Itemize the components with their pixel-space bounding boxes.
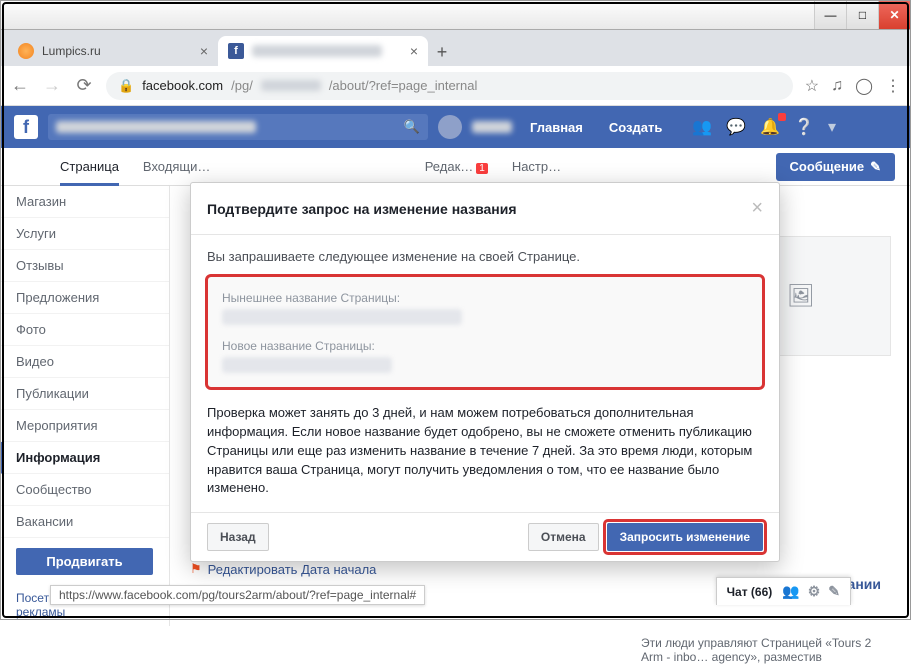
notifications-icon[interactable]: 🔔 [760, 117, 780, 137]
fb-header: f 🔍 Главная Создать 👥 💬 🔔 ❔ ▾ [0, 106, 911, 148]
new-tab-button[interactable]: + [428, 38, 456, 66]
forward-button: → [42, 75, 62, 96]
url-domain: facebook.com [142, 78, 223, 93]
tab-close-icon[interactable]: × [200, 43, 208, 59]
favicon-facebook: f [228, 43, 244, 59]
back-button[interactable]: ← [10, 75, 30, 96]
media-icon[interactable]: ♫ [831, 77, 843, 95]
chat-dock[interactable]: Чат (66) 👥 ⚙ ✎ [716, 577, 851, 605]
window-titlebar: — □ ✕ [0, 0, 911, 30]
modal-title: Подтвердите запрос на изменение названия [207, 201, 517, 217]
browser-tabstrip: Lumpics.ru × f × + [0, 30, 911, 66]
new-name-label: Новое название Страницы: [222, 339, 748, 353]
avatar[interactable] [438, 115, 462, 139]
sidebar-item-community[interactable]: Сообщество [0, 474, 169, 506]
home-link[interactable]: Главная [522, 120, 591, 135]
team-text: Эти люди управляют Страницей «Tours 2 Ar… [641, 636, 881, 664]
window-maximize-button[interactable]: □ [846, 1, 878, 29]
sidebar-item-video[interactable]: Видео [0, 346, 169, 378]
sidebar-item-services[interactable]: Услуги [0, 218, 169, 250]
back-button[interactable]: Назад [207, 523, 269, 551]
current-name-value-blurred [222, 309, 462, 325]
tab-title-blurred [252, 45, 382, 57]
fb-logo[interactable]: f [14, 115, 38, 139]
window-close-button[interactable]: ✕ [878, 1, 910, 29]
image-icon: 🖼 [787, 283, 815, 309]
sidebar-item-posts[interactable]: Публикации [0, 378, 169, 410]
chat-people-icon[interactable]: 👥 [782, 583, 799, 600]
favicon-lumpics [18, 43, 34, 59]
sidebar-item-photo[interactable]: Фото [0, 314, 169, 346]
flag-icon: ⚑ [190, 561, 202, 577]
page-nav-tabs: Страница Входящи… Редак…1 Настр… Сообщен… [0, 148, 911, 186]
chat-settings-icon[interactable]: ⚙ [808, 583, 821, 600]
profile-icon[interactable]: ◯ [855, 76, 873, 96]
tab-page[interactable]: Страница [60, 148, 119, 186]
window-minimize-button[interactable]: — [814, 1, 846, 29]
tab-inbox[interactable]: Входящи… [143, 159, 210, 174]
confirm-name-change-modal: Подтвердите запрос на изменение названия… [190, 182, 780, 562]
reload-button[interactable]: ⟳ [74, 75, 94, 96]
menu-icon[interactable]: ⋮ [885, 76, 901, 96]
tab-settings[interactable]: Настр… [512, 159, 561, 174]
star-icon[interactable]: ☆ [805, 76, 819, 96]
status-bar: https://www.facebook.com/pg/tours2arm/ab… [50, 585, 425, 605]
tab-title: Lumpics.ru [42, 44, 101, 58]
browser-tab-lumpics[interactable]: Lumpics.ru × [8, 36, 218, 66]
sidebar-item-events[interactable]: Мероприятия [0, 410, 169, 442]
url-field[interactable]: 🔒 facebook.com/pg/ /about/?ref=page_inte… [106, 72, 793, 100]
create-link[interactable]: Создать [601, 120, 670, 135]
lock-icon: 🔒 [118, 78, 134, 94]
tab-edit[interactable]: Редак…1 [425, 159, 488, 174]
browser-tab-facebook[interactable]: f × [218, 36, 428, 66]
chat-compose-icon[interactable]: ✎ [828, 583, 840, 600]
sidebar-item-jobs[interactable]: Вакансии [0, 506, 169, 538]
fb-search[interactable]: 🔍 [48, 114, 428, 140]
friends-icon[interactable]: 👥 [692, 117, 712, 137]
search-icon[interactable]: 🔍 [404, 119, 420, 135]
name-change-box: Нынешнее название Страницы: Новое назван… [207, 276, 763, 388]
modal-footer: Назад Отмена Запросить изменение [191, 512, 779, 561]
browser-addressbar: ← → ⟳ 🔒 facebook.com/pg/ /about/?ref=pag… [0, 66, 911, 106]
sidebar: Магазин Услуги Отзывы Предложения Фото В… [0, 186, 170, 626]
messenger-icon[interactable]: 💬 [726, 117, 746, 137]
modal-subtitle: Вы запрашиваете следующее изменение на с… [207, 249, 763, 264]
sidebar-item-reviews[interactable]: Отзывы [0, 250, 169, 282]
current-name-label: Нынешнее название Страницы: [222, 291, 748, 305]
modal-body-text: Проверка может занять до 3 дней, и нам м… [207, 404, 763, 498]
modal-header: Подтвердите запрос на изменение названия… [191, 183, 779, 235]
pencil-icon: ✎ [870, 159, 881, 175]
tab-close-icon[interactable]: × [410, 43, 418, 59]
sidebar-item-shop[interactable]: Магазин [0, 186, 169, 218]
dropdown-icon[interactable]: ▾ [828, 117, 836, 137]
request-change-button[interactable]: Запросить изменение [607, 523, 763, 551]
message-button[interactable]: Сообщение✎ [776, 153, 895, 181]
edit-date-link[interactable]: ⚑Редактировать Дата начала [190, 561, 891, 577]
promote-button[interactable]: Продвигать [16, 548, 153, 575]
help-icon[interactable]: ❔ [794, 117, 814, 137]
sidebar-item-about[interactable]: Информация [0, 442, 169, 474]
new-name-value-blurred [222, 357, 392, 373]
cancel-button[interactable]: Отмена [528, 523, 599, 551]
sidebar-item-offers[interactable]: Предложения [0, 282, 169, 314]
modal-close-icon[interactable]: × [751, 197, 763, 220]
